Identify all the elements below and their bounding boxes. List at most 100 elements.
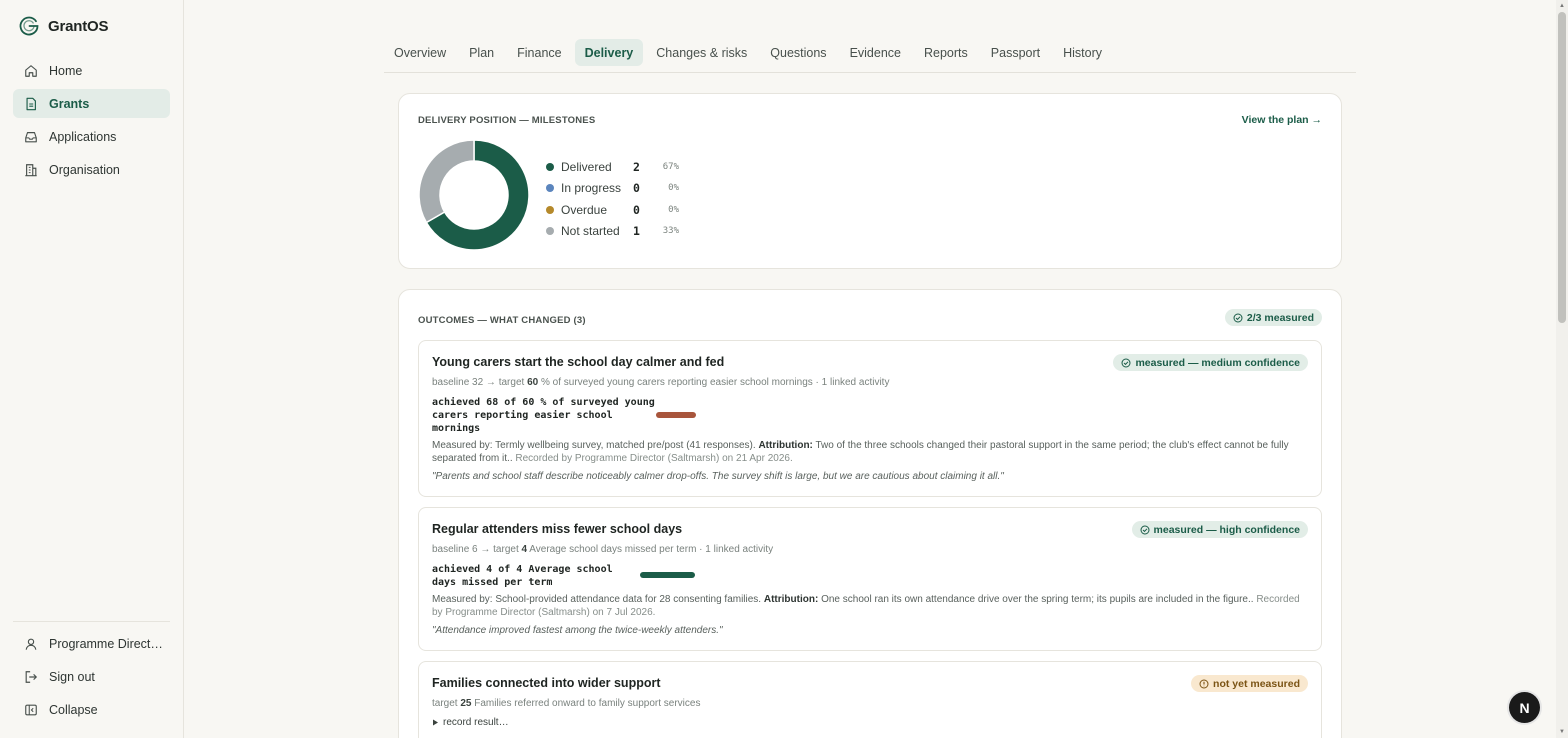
attribution-label: Attribution: [763, 594, 819, 605]
legend-pct: 33% [662, 226, 679, 237]
tab-history[interactable]: History [1053, 39, 1112, 66]
outcome-achieved: achieved 4 of 4 Average school days miss… [432, 563, 613, 589]
tab-evidence[interactable]: Evidence [840, 39, 911, 66]
milestones-donut-chart [418, 139, 530, 251]
sidebar-item-sign-out[interactable]: Sign out [13, 662, 170, 691]
grant-tabs: Overview Plan Finance Delivery Changes &… [384, 39, 1356, 73]
in-progress-dot [546, 184, 554, 193]
outcome-achieved: achieved 68 of 60 % of surveyed young ca… [432, 396, 655, 435]
scrollbar-thumb[interactable] [1558, 12, 1566, 323]
check-circle-icon [1140, 525, 1150, 534]
home-icon [25, 64, 37, 77]
sidebar-item-home[interactable]: Home [13, 56, 170, 85]
outcome-title: Regular attenders miss fewer school days [432, 522, 683, 536]
outcome-progress-bar [656, 412, 696, 418]
sidebar-item-label: Organisation [49, 162, 120, 177]
sidebar-item-label: Collapse [49, 702, 98, 717]
sidebar-item-collapse[interactable]: Collapse [13, 695, 170, 724]
sidebar-item-applications[interactable]: Applications [13, 122, 170, 151]
tab-reports[interactable]: Reports [914, 39, 978, 66]
outcome-quote: "Attendance improved fastest among the t… [432, 625, 723, 636]
user-icon [25, 638, 37, 650]
outcome-title: Young carers start the school day calmer… [432, 355, 725, 369]
check-circle-icon [1233, 313, 1243, 322]
nextjs-dev-button[interactable]: N [1509, 692, 1540, 723]
outcome-meta: target 25 Families referred onward to fa… [432, 698, 700, 709]
outcome-status-badge: not yet measured [1191, 675, 1308, 692]
legend-label: Not started [561, 224, 620, 239]
grantos-logo-icon [19, 16, 39, 36]
sign-out-icon [25, 670, 38, 683]
tab-delivery[interactable]: Delivery [574, 39, 644, 66]
delivered-dot [546, 162, 554, 171]
outcome-progress-bar [640, 572, 695, 578]
legend-label: Delivered [561, 159, 612, 174]
legend-label: In progress [561, 181, 622, 196]
tab-overview[interactable]: Overview [384, 39, 456, 66]
outcome-meta: baseline 6 → target 4 Average school day… [432, 544, 773, 555]
meta-baseline: target [432, 698, 461, 709]
legend-pct: 67% [662, 161, 679, 172]
sidebar-nav: Home Grants Applications Organisation [13, 56, 170, 188]
document-icon [26, 97, 36, 110]
outcome-status-badge: measured — high confidence [1131, 521, 1308, 538]
attribution-label: Attribution: [758, 440, 813, 451]
scroll-down-arrow-icon[interactable]: ▼ [1558, 728, 1566, 736]
delivery-title: DELIVERY POSITION — MILESTONES [418, 115, 596, 126]
sidebar-item-profile[interactable]: Programme Direct… [13, 629, 170, 658]
legend-row-not-started: Not started 1 33% [546, 221, 679, 243]
sidebar-bottom: Programme Direct… Sign out Collapse [13, 629, 170, 728]
donut-segment-not-started [418, 139, 475, 224]
recorded-by: Recorded by Programme Director (Saltmars… [515, 453, 793, 464]
legend-count: 1 [633, 224, 640, 239]
triangle-right-icon [433, 719, 438, 726]
scroll-up-arrow-icon[interactable]: ▲ [1558, 2, 1566, 10]
sidebar-item-organisation[interactable]: Organisation [13, 155, 170, 184]
record-result-label: record result… [443, 717, 509, 728]
achieved-line: days missed per term [432, 577, 553, 588]
legend-label: Overdue [561, 202, 608, 217]
milestones-legend: Delivered 2 67% In progress 0 0% Overdue… [546, 156, 679, 242]
meta-description: % of surveyed young carers reporting eas… [538, 377, 890, 388]
meta-baseline: baseline 32 → target [432, 377, 528, 388]
meta-description: Families referred onward to family suppo… [471, 698, 701, 709]
meta-target: 25 [460, 698, 472, 709]
delivery-position-card: DELIVERY POSITION — MILESTONES View the … [398, 93, 1342, 269]
legend-count: 0 [633, 181, 640, 196]
sidebar-item-label: Programme Direct… [49, 636, 163, 651]
brand[interactable]: GrantOS [18, 15, 108, 37]
achieved-line: mornings [432, 423, 481, 434]
legend-pct: 0% [668, 183, 679, 194]
tab-finance[interactable]: Finance [507, 39, 571, 66]
legend-pct: 0% [668, 204, 679, 215]
sidebar-item-grants[interactable]: Grants [13, 89, 170, 118]
legend-row-overdue: Overdue 0 0% [546, 199, 679, 221]
outcome-status-badge: measured — medium confidence [1113, 354, 1308, 371]
tab-changes-risks[interactable]: Changes & risks [646, 39, 757, 66]
achieved-line: carers reporting easier school [432, 410, 613, 421]
measured-by: Measured by: School-provided attendance … [432, 594, 764, 605]
outcome-item: Young carers start the school day calmer… [418, 340, 1322, 497]
view-plan-link[interactable]: View the plan → [1242, 114, 1322, 126]
sidebar-item-label: Home [49, 63, 83, 78]
check-circle-icon [1121, 358, 1131, 367]
outcome-description: Measured by: School-provided attendance … [432, 593, 1307, 619]
page-scrollbar[interactable]: ▲ ▼ [1556, 0, 1568, 738]
brand-name: GrantOS [48, 17, 109, 35]
outcome-item: Families connected into wider support no… [418, 661, 1322, 738]
tab-passport[interactable]: Passport [981, 39, 1050, 66]
legend-count: 2 [633, 159, 640, 174]
overdue-dot [546, 205, 554, 214]
badge-text: 2/3 measured [1246, 311, 1314, 324]
status-text: not yet measured [1213, 677, 1300, 690]
not-started-dot [546, 227, 554, 236]
tab-plan[interactable]: Plan [459, 39, 504, 66]
outcome-meta: baseline 32 → target 60 % of surveyed yo… [432, 377, 889, 388]
record-result-toggle[interactable]: record result… [432, 717, 509, 728]
meta-description: Average school days missed per term · 1 … [527, 544, 774, 555]
outcomes-title: OUTCOMES — WHAT CHANGED (3) [418, 315, 586, 326]
status-text: measured — high confidence [1153, 523, 1300, 536]
tab-questions[interactable]: Questions [760, 39, 836, 66]
inbox-icon [25, 131, 37, 142]
meta-target: 60 [527, 377, 539, 388]
